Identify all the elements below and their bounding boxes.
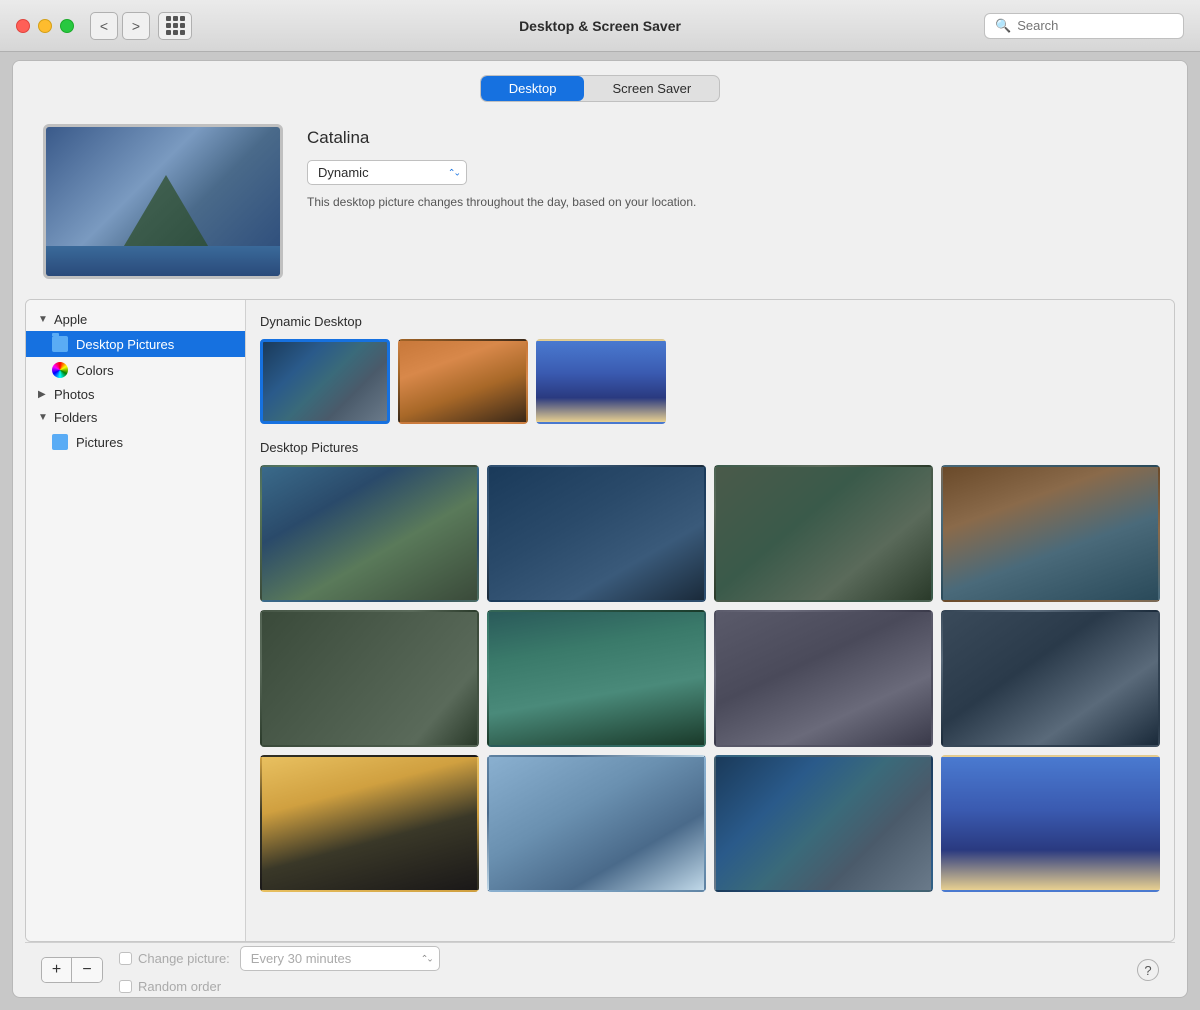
nav-buttons: < > bbox=[90, 12, 150, 40]
wallpaper-thumb-10[interactable] bbox=[487, 755, 706, 892]
sidebar-folders-label: Folders bbox=[54, 410, 97, 425]
sidebar-group-photos[interactable]: Photos bbox=[26, 383, 245, 406]
interval-dropdown[interactable]: Every 5 seconds Every 1 minute Every 5 m… bbox=[240, 946, 440, 971]
photos-triangle-icon bbox=[38, 389, 48, 400]
sidebar-group-apple[interactable]: Apple bbox=[26, 308, 245, 331]
preview-area: Catalina Dynamic Light (Still) Dark (Sti… bbox=[13, 114, 1187, 299]
add-button[interactable]: + bbox=[42, 958, 72, 982]
change-picture-controls: Change picture: Every 5 seconds Every 1 … bbox=[119, 946, 440, 994]
desktop-pictures-grid bbox=[260, 465, 1160, 892]
sidebar-item-colors[interactable]: Colors bbox=[26, 357, 245, 383]
desktop-pictures-section-label: Desktop Pictures bbox=[260, 440, 1160, 455]
tab-desktop[interactable]: Desktop bbox=[481, 76, 585, 101]
wallpaper-thumb-2[interactable] bbox=[487, 465, 706, 602]
traffic-lights bbox=[16, 19, 74, 33]
change-picture-checkbox-label[interactable]: Change picture: bbox=[119, 951, 230, 966]
change-picture-label: Change picture: bbox=[138, 951, 230, 966]
apple-triangle-icon bbox=[38, 314, 48, 325]
add-remove-buttons: + − bbox=[41, 957, 103, 983]
preview-info: Catalina Dynamic Light (Still) Dark (Sti… bbox=[307, 124, 1157, 209]
close-button[interactable] bbox=[16, 19, 30, 33]
sidebar-pictures-label: Pictures bbox=[76, 435, 123, 450]
wallpaper-thumb-3[interactable] bbox=[714, 465, 933, 602]
wallpaper-thumb-1[interactable] bbox=[260, 465, 479, 602]
sidebar-desktop-pictures-label: Desktop Pictures bbox=[76, 337, 174, 352]
help-button[interactable]: ? bbox=[1137, 959, 1159, 981]
sidebar-apple-label: Apple bbox=[54, 312, 87, 327]
tab-screensaver[interactable]: Screen Saver bbox=[584, 76, 719, 101]
content-area: Apple Desktop Pictures Colors Photos Fol… bbox=[25, 299, 1175, 942]
dynamic-dropdown-wrapper: Dynamic Light (Still) Dark (Still) bbox=[307, 160, 467, 185]
sidebar-item-desktop-pictures[interactable]: Desktop Pictures bbox=[26, 331, 245, 357]
tabs-container: Desktop Screen Saver bbox=[480, 75, 720, 102]
random-order-checkbox-label[interactable]: Random order bbox=[119, 979, 440, 994]
preview-water bbox=[46, 246, 280, 276]
interval-dropdown-wrapper: Every 5 seconds Every 1 minute Every 5 m… bbox=[240, 946, 440, 971]
sidebar-group-folders[interactable]: Folders bbox=[26, 406, 245, 429]
maximize-button[interactable] bbox=[60, 19, 74, 33]
wallpaper-thumb-4[interactable] bbox=[941, 465, 1160, 602]
wallpaper-thumb-dynamic-day[interactable] bbox=[260, 339, 390, 424]
wallpaper-description: This desktop picture changes throughout … bbox=[307, 195, 1157, 209]
wallpaper-thumb-9[interactable] bbox=[260, 755, 479, 892]
grid-view-button[interactable] bbox=[158, 12, 192, 40]
folder-icon bbox=[52, 336, 68, 352]
search-icon: 🔍 bbox=[995, 18, 1011, 34]
sidebar: Apple Desktop Pictures Colors Photos Fol… bbox=[26, 300, 246, 941]
sidebar-item-pictures[interactable]: Pictures bbox=[26, 429, 245, 455]
wallpaper-thumb-6[interactable] bbox=[487, 610, 706, 747]
dynamic-desktop-grid bbox=[260, 339, 1160, 424]
grid-icon bbox=[166, 16, 185, 35]
random-order-label: Random order bbox=[138, 979, 221, 994]
colors-icon bbox=[52, 362, 68, 378]
search-input[interactable] bbox=[1017, 18, 1173, 33]
folders-triangle-icon bbox=[38, 412, 48, 423]
wallpaper-thumb-dynamic-blue[interactable] bbox=[536, 339, 666, 424]
window-title: Desktop & Screen Saver bbox=[519, 18, 681, 34]
wallpaper-thumb-7[interactable] bbox=[714, 610, 933, 747]
wallpaper-thumb-12[interactable] bbox=[941, 755, 1160, 892]
back-button[interactable]: < bbox=[90, 12, 118, 40]
wallpaper-thumb-8[interactable] bbox=[941, 610, 1160, 747]
sidebar-photos-label: Photos bbox=[54, 387, 94, 402]
main-window: Desktop Screen Saver Catalina Dynamic Li… bbox=[12, 60, 1188, 998]
wallpaper-name: Catalina bbox=[307, 128, 1157, 148]
preview-mountain bbox=[86, 166, 246, 256]
change-picture-checkbox[interactable] bbox=[119, 952, 132, 965]
random-order-checkbox[interactable] bbox=[119, 980, 132, 993]
dynamic-dropdown[interactable]: Dynamic Light (Still) Dark (Still) bbox=[307, 160, 467, 185]
remove-button[interactable]: − bbox=[72, 958, 102, 982]
wallpaper-thumb-dynamic-light[interactable] bbox=[398, 339, 528, 424]
sidebar-colors-label: Colors bbox=[76, 363, 114, 378]
titlebar: < > Desktop & Screen Saver 🔍 bbox=[0, 0, 1200, 52]
wallpaper-thumb-5[interactable] bbox=[260, 610, 479, 747]
camera-icon bbox=[52, 434, 68, 450]
wallpaper-thumb-11[interactable] bbox=[714, 755, 933, 892]
dynamic-section-label: Dynamic Desktop bbox=[260, 314, 1160, 329]
minimize-button[interactable] bbox=[38, 19, 52, 33]
search-box[interactable]: 🔍 bbox=[984, 13, 1184, 39]
dynamic-dropdown-row: Dynamic Light (Still) Dark (Still) bbox=[307, 160, 1157, 185]
tabs-bar: Desktop Screen Saver bbox=[13, 61, 1187, 114]
grid-panel: Dynamic Desktop Desktop Pictures bbox=[246, 300, 1174, 941]
desktop-preview-thumbnail bbox=[43, 124, 283, 279]
bottom-bar: + − Change picture: Every 5 seconds Ever… bbox=[25, 942, 1175, 997]
forward-button[interactable]: > bbox=[122, 12, 150, 40]
